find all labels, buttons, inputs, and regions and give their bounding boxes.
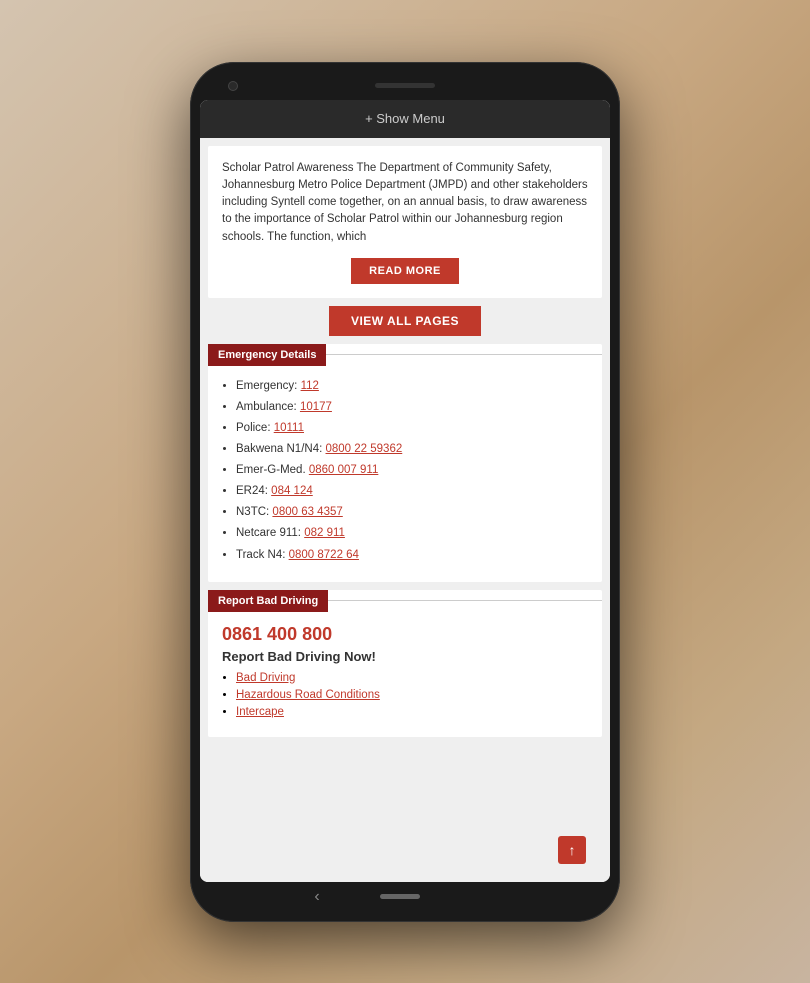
trackn4-label: Track N4: — [236, 549, 289, 561]
bakwena-number-link[interactable]: 0800 22 59362 — [326, 443, 403, 455]
list-item: Emergency: 112 — [236, 378, 588, 394]
report-section: Report Bad Driving 0861 400 800 Report B… — [208, 590, 602, 737]
bottom-spacer — [200, 745, 610, 785]
list-item: Bakwena N1/N4: 0800 22 59362 — [236, 441, 588, 457]
list-item: Hazardous Road Conditions — [236, 689, 588, 701]
scroll-top-button[interactable]: ↑ — [558, 836, 586, 864]
n3tc-number-link[interactable]: 0800 63 4357 — [272, 506, 342, 518]
report-list: Bad Driving Hazardous Road Conditions In… — [208, 672, 602, 718]
app-content[interactable]: + Show Menu Scholar Patrol Awareness The… — [200, 100, 610, 882]
emergency-section-header: Emergency Details — [208, 344, 602, 366]
police-number-link[interactable]: 10111 — [274, 422, 304, 434]
ambulance-label: Ambulance: — [236, 401, 300, 413]
article-card: Scholar Patrol Awareness The Department … — [208, 146, 602, 298]
view-all-button[interactable]: VIEW ALL PAGES — [329, 306, 481, 336]
list-item: Bad Driving — [236, 672, 588, 684]
er24-number-link[interactable]: 084 124 — [271, 485, 313, 497]
phone-frame: + Show Menu Scholar Patrol Awareness The… — [190, 62, 620, 922]
n3tc-label: N3TC: — [236, 506, 272, 518]
phone-bottom-bar: ‹ — [200, 882, 610, 912]
list-item: Ambulance: 10177 — [236, 399, 588, 415]
emergency-label: Emergency: — [236, 380, 301, 392]
report-title-badge: Report Bad Driving — [208, 590, 328, 612]
list-item: Track N4: 0800 8722 64 — [236, 547, 588, 563]
list-item: Netcare 911: 082 911 — [236, 525, 588, 541]
phone-screen: + Show Menu Scholar Patrol Awareness The… — [200, 100, 610, 882]
report-header-line — [328, 600, 602, 601]
hazardous-link[interactable]: Hazardous Road Conditions — [236, 689, 380, 701]
list-item: ER24: 084 124 — [236, 483, 588, 499]
article-text: Scholar Patrol Awareness The Department … — [222, 160, 588, 246]
phone-inner: + Show Menu Scholar Patrol Awareness The… — [200, 72, 610, 912]
bad-driving-link[interactable]: Bad Driving — [236, 672, 295, 684]
er24-label: ER24: — [236, 485, 271, 497]
emergency-number-link[interactable]: 112 — [301, 380, 319, 392]
camera-icon — [228, 81, 238, 91]
emergency-header-line — [326, 354, 602, 355]
intercape-link[interactable]: Intercape — [236, 706, 284, 718]
trackn4-number-link[interactable]: 0800 8722 64 — [289, 549, 359, 561]
report-phone-number[interactable]: 0861 400 800 — [208, 624, 602, 645]
report-section-header: Report Bad Driving — [208, 590, 602, 612]
ambulance-number-link[interactable]: 10177 — [300, 401, 332, 413]
emergency-list: Emergency: 112 Ambulance: 10177 Police: … — [208, 378, 602, 563]
back-button[interactable]: ‹ — [314, 888, 319, 906]
home-button[interactable] — [380, 894, 420, 899]
bakwena-label: Bakwena N1/N4: — [236, 443, 326, 455]
scroll-top-icon: ↑ — [569, 842, 576, 858]
menu-bar[interactable]: + Show Menu — [200, 100, 610, 138]
list-item: N3TC: 0800 63 4357 — [236, 504, 588, 520]
list-item: Police: 10111 — [236, 420, 588, 436]
read-more-button[interactable]: READ MORE — [351, 258, 459, 284]
report-subtitle: Report Bad Driving Now! — [208, 649, 602, 664]
emergency-section: Emergency Details Emergency: 112 Ambulan… — [208, 344, 602, 582]
emermed-number-link[interactable]: 0860 007 911 — [309, 464, 379, 476]
phone-notch — [200, 72, 610, 100]
emermed-label: Emer-G-Med. — [236, 464, 309, 476]
list-item: Intercape — [236, 706, 588, 718]
netcare-label: Netcare 911: — [236, 527, 304, 539]
speaker — [375, 83, 435, 88]
police-label: Police: — [236, 422, 274, 434]
list-item: Emer-G-Med. 0860 007 911 — [236, 462, 588, 478]
menu-bar-label[interactable]: + Show Menu — [365, 111, 445, 126]
netcare-number-link[interactable]: 082 911 — [304, 527, 345, 539]
emergency-title-badge: Emergency Details — [208, 344, 326, 366]
